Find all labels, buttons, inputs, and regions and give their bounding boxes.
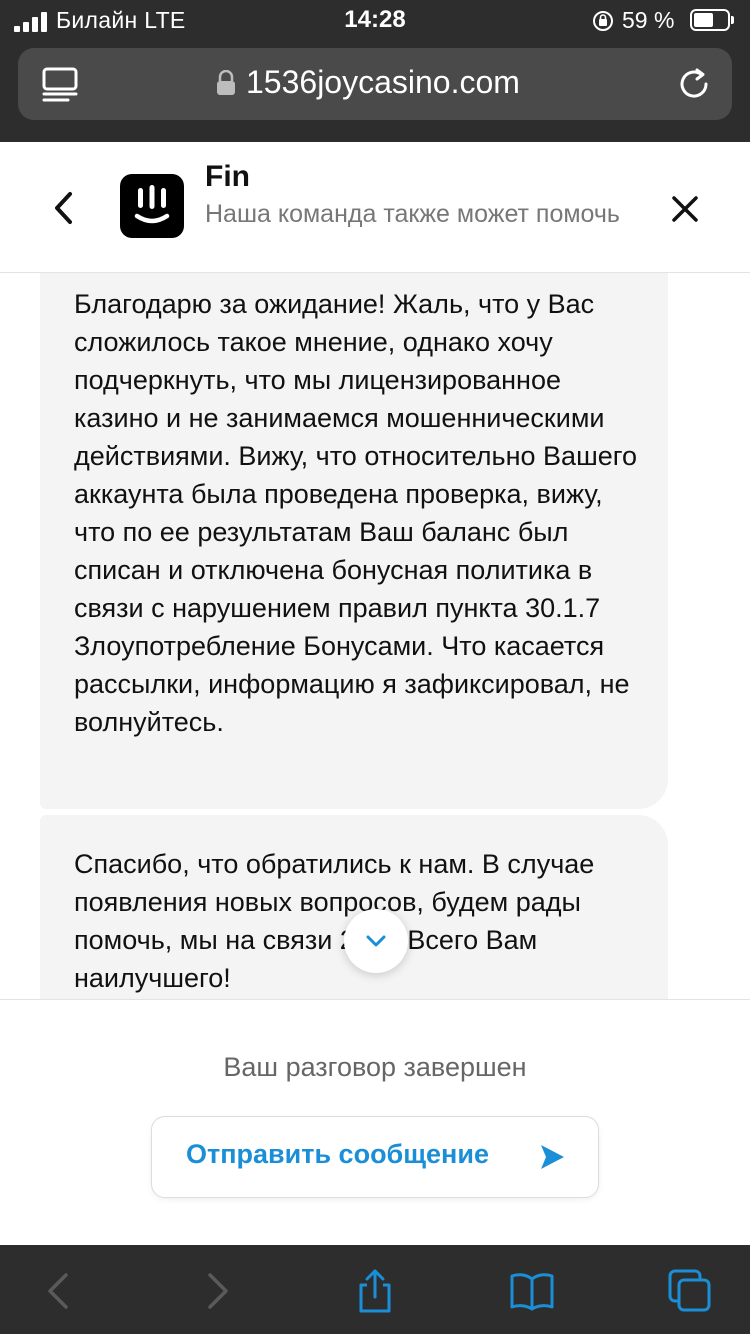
scroll-down-button[interactable] <box>344 909 408 973</box>
message-text: Спасибо, что обратились к нам. В случае … <box>74 849 595 993</box>
messenger-header: Fin Наша команда также может помочь <box>0 142 750 273</box>
close-icon[interactable] <box>668 192 702 226</box>
send-message-label: Отправить сообщение <box>186 1139 489 1169</box>
address-bar[interactable]: 1536joycasino.com <box>18 48 732 120</box>
conversation-ended-text: Ваш разговор завершен <box>223 1052 527 1082</box>
message-text: Благодарю за ожидание! Жаль, что у Вас с… <box>74 289 638 737</box>
send-message-button[interactable]: Отправить сообщение <box>151 1116 599 1198</box>
tabs-icon[interactable] <box>668 1269 712 1313</box>
battery-percent: 59 % <box>622 7 675 33</box>
conversation-scroll[interactable]: Благодарю за ожидание! Жаль, что у Вас с… <box>0 273 750 999</box>
battery-icon <box>690 9 734 31</box>
reload-icon[interactable] <box>676 66 712 102</box>
book-icon[interactable] <box>510 1269 554 1313</box>
conversation-footer: Ваш разговор завершен Отправить сообщени… <box>0 999 750 1246</box>
lock-icon <box>217 70 235 95</box>
page-title: Fin <box>205 160 250 193</box>
back-arrow-icon[interactable] <box>36 1269 80 1313</box>
status-bar: Билайн LTE 14:28 59 % <box>0 0 750 44</box>
share-icon[interactable] <box>353 1269 397 1313</box>
forward-arrow-icon[interactable] <box>196 1269 240 1313</box>
message-bubble: Благодарю за ожидание! Жаль, что у Вас с… <box>40 273 668 809</box>
send-icon <box>541 1145 564 1169</box>
chevron-left-icon[interactable] <box>48 188 78 228</box>
browser-toolbar <box>0 1245 750 1334</box>
rotation-lock-icon <box>593 11 613 31</box>
chevron-down-icon <box>366 935 386 947</box>
battery-fill <box>694 13 713 27</box>
browser-chrome: Билайн LTE 14:28 59 % 1536joycasino.com <box>0 0 750 142</box>
avatar <box>120 174 184 238</box>
message-bubble: Спасибо, что обратились к нам. В случае … <box>40 815 668 999</box>
intercom-logo-icon <box>134 185 170 224</box>
url-text[interactable]: 1536joycasino.com <box>246 64 520 101</box>
reader-icon[interactable] <box>42 66 78 102</box>
header-subtitle: Наша команда также может помочь <box>205 200 620 228</box>
